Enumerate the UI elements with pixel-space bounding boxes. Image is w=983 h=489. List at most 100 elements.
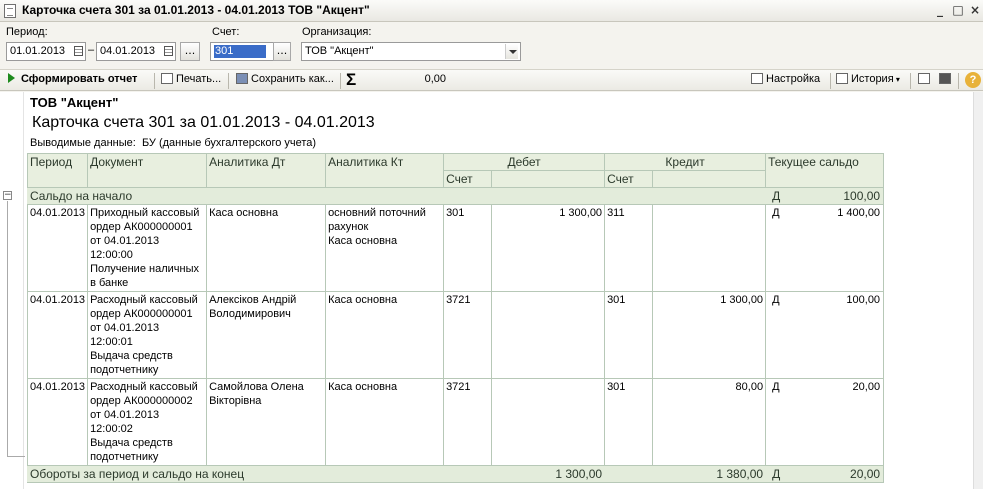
row-debit-amount [491,291,606,379]
export-icon [918,73,930,84]
settings-button[interactable]: Настройка [751,73,820,85]
generate-report-label: Сформировать отчет [21,73,138,85]
output-label: Выводимые данные: [30,137,136,149]
settings-label: Настройка [766,73,821,85]
report-gutter [0,92,24,489]
row-balance-side: Д [772,294,780,306]
save-as-label: Сохранить как... [251,73,334,85]
totals-side: Д [772,467,781,481]
tree-line [7,456,25,457]
header-period: Период [26,153,89,188]
period-to-field[interactable]: 04.01.2013 [96,42,176,61]
organization-value: ТОВ "Акцент" [305,45,374,57]
row-credit-account: 311 [604,204,654,292]
opening-amount: 100,00 [843,189,881,203]
calendar-icon[interactable] [74,46,83,56]
history-button[interactable]: История ▾ [836,73,900,85]
totals-balance: Д 20,00 [765,465,885,483]
account-field[interactable]: 301 [210,42,274,61]
row-analytics-dt: Самойлова Олена Вікторівна [206,378,327,466]
row-debit-account: 3721 [443,291,493,379]
row-balance: Д 20,00 [765,378,885,466]
totals-debit: 1 300,00 [443,465,606,483]
row-debit-account: 3721 [443,378,493,466]
report-toolbar: Сформировать отчет Печать... Сохранить к… [0,69,983,91]
print-button[interactable]: Печать... [161,73,221,85]
close-button[interactable]: × [968,4,982,18]
period-to-value: 04.01.2013 [100,45,156,57]
period-from-field[interactable]: 01.01.2013 [6,42,86,61]
row-balance-amount: 1 400,00 [837,207,881,219]
printer-icon [161,73,173,84]
header-credit-amount [652,170,767,188]
report-table: Период Документ Аналитика Дт Аналитика К… [26,153,885,483]
header-debit: Дебет [443,153,606,171]
dropdown-arrow-icon: ▾ [893,75,900,84]
organization-select[interactable]: ТОВ "Акцент" [301,42,521,61]
export-button[interactable] [918,73,933,85]
header-analytics-kt: Аналитика Кт [325,153,445,188]
toolbar-divider [958,73,959,89]
report-organization: ТОВ "Акцент" [30,95,119,110]
account-label: Счет: [212,26,240,38]
maximize-button[interactable]: □ [951,4,965,18]
row-debit-amount [491,378,606,466]
save-as-button[interactable]: Сохранить как... [236,73,334,85]
header-document: Документ [87,153,208,188]
minimize-button[interactable]: _ [933,4,947,18]
row-balance: Д 100,00 [765,291,885,379]
table-row[interactable]: 04.01.2013 Приходный кассовый ордер АК000… [26,204,885,292]
vertical-scrollbar[interactable] [973,92,983,489]
generate-report-button[interactable]: Сформировать отчет [8,73,137,85]
calendar-icon[interactable] [164,46,173,56]
header-debit-account: Счет [443,170,493,188]
row-credit-amount [652,204,767,292]
period-select-button[interactable]: ... [180,42,200,61]
toolbar-divider [910,73,911,89]
play-icon [8,73,15,83]
account-value: 301 [214,45,266,58]
row-credit-amount: 1 300,00 [652,291,767,379]
period-dash: – [88,44,95,56]
row-analytics-kt: Каса основна [325,378,445,466]
collapse-toggle-icon[interactable]: − [3,191,12,200]
save-variant-button[interactable] [939,73,954,85]
totals-label: Обороты за период и сальдо на конец [26,465,445,483]
row-balance-amount: 20,00 [852,381,881,393]
sum-icon: Σ [346,70,357,89]
row-date: 04.01.2013 [26,378,89,466]
row-credit-account: 301 [604,378,654,466]
opening-balance: Д 100,00 [765,187,885,205]
header-analytics-dt: Аналитика Дт [206,153,327,188]
totals-row: Обороты за период и сальдо на конец 1 30… [26,465,885,483]
account-select-button[interactable]: ... [273,42,291,61]
row-date: 04.01.2013 [26,204,89,292]
toolbar-divider [340,73,341,89]
period-label: Период: [6,26,48,38]
row-date: 04.01.2013 [26,291,89,379]
opening-balance-row: Сальдо на начало Д 100,00 [26,187,885,205]
print-label: Печать... [176,73,222,85]
header-credit: Кредит [604,153,767,171]
header-balance: Текущее сальдо [765,153,885,188]
opening-side: Д [772,189,781,203]
save-variant-icon [939,73,951,84]
table-row[interactable]: 04.01.2013 Расходный кассовый ордер АК000… [26,378,885,466]
row-analytics-kt: Каса основна [325,291,445,379]
report-output-info: Выводимые данные: БУ (данные бухгалтерск… [30,137,316,149]
row-analytics-dt: Алексіков Андрій Володимирович [206,291,327,379]
history-label: История [851,73,894,85]
header-debit-amount [491,170,606,188]
history-list-icon [836,73,848,84]
organization-label: Организация: [302,26,372,38]
floppy-disk-icon [236,73,248,84]
window-title: Карточка счета 301 за 01.01.2013 - 04.01… [22,3,370,17]
chevron-down-icon[interactable] [505,44,518,59]
row-balance: Д 1 400,00 [765,204,885,292]
row-analytics-dt: Каса основна [206,204,327,292]
table-row[interactable]: 04.01.2013 Расходный кассовый ордер АК000… [26,291,885,379]
row-debit-amount: 1 300,00 [491,204,606,292]
help-button[interactable]: ? [965,72,981,88]
row-balance-side: Д [772,381,780,393]
period-from-value: 01.01.2013 [10,45,66,57]
